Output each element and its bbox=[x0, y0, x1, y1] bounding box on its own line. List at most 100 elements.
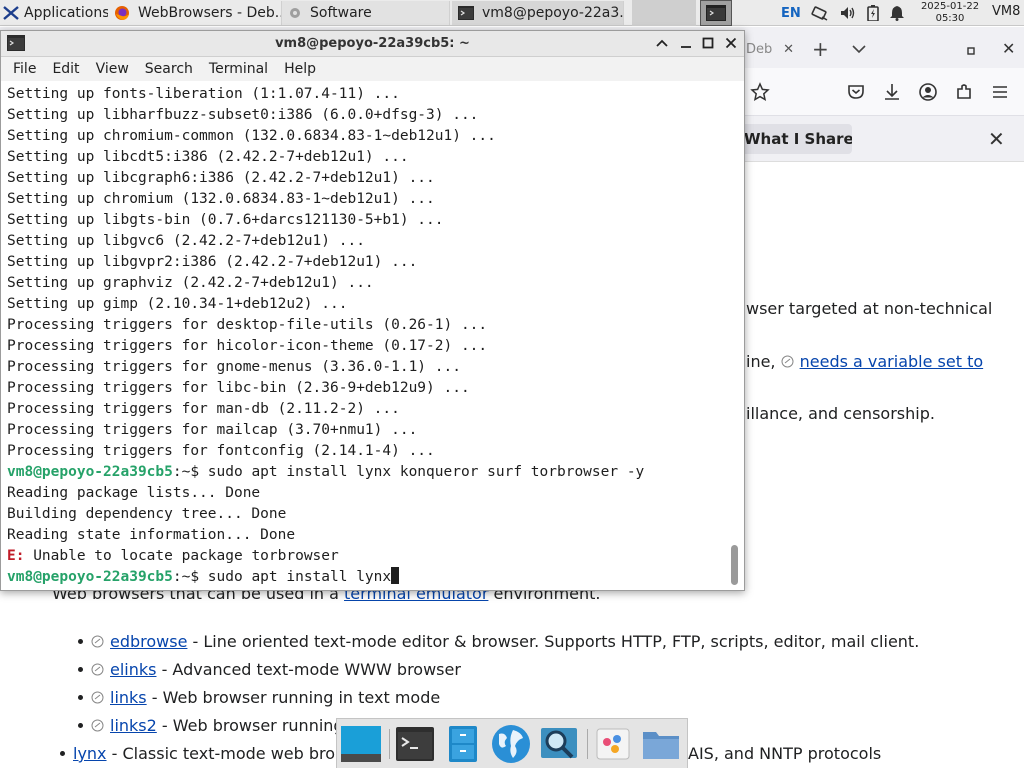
external-link-icon bbox=[91, 635, 104, 648]
taskbar-item-software[interactable]: Software bbox=[282, 1, 450, 25]
close-icon[interactable] bbox=[722, 34, 740, 52]
app-finder-launcher[interactable] bbox=[539, 724, 579, 764]
chevron-down-icon[interactable] bbox=[852, 39, 866, 58]
terminal-line: Reading package lists... Done bbox=[7, 485, 261, 501]
taskbar-item-label: WebBrowsers - Deb... bbox=[138, 5, 282, 21]
clock-date: 2025-01-22 bbox=[920, 1, 980, 12]
terminal-line: Setting up chromium-common (132.0.6834.8… bbox=[7, 128, 496, 144]
list-item: links2 - Web browser running bbox=[78, 716, 344, 735]
download-icon[interactable] bbox=[882, 82, 902, 102]
search-magnifier-icon bbox=[541, 728, 577, 759]
terminal-line: Setting up chromium (132.0.6834.83-1~deb… bbox=[7, 191, 435, 207]
workspace-switcher[interactable] bbox=[700, 0, 732, 26]
applications-label: Applications bbox=[24, 5, 108, 21]
top-panel: Applications ☰ WebBrowsers - Deb... Soft… bbox=[0, 0, 1024, 26]
menu-help[interactable]: Help bbox=[276, 61, 324, 77]
prompt-separator: :~$ bbox=[172, 464, 208, 480]
intro-text-line: ine, needs a variable set to bbox=[746, 352, 983, 371]
item-description: - Line oriented text-mode editor & brows… bbox=[187, 632, 920, 651]
bookmark-star-icon[interactable] bbox=[750, 82, 770, 102]
xfce-mouse-icon bbox=[3, 6, 19, 20]
browser-tab[interactable]: Deb ✕ bbox=[740, 33, 800, 65]
edbrowse-link[interactable]: edbrowse bbox=[110, 632, 187, 651]
close-icon[interactable]: ✕ bbox=[988, 127, 1005, 151]
terminal-line: Reading state information... Done bbox=[7, 527, 296, 543]
terminal-output[interactable]: Setting up fonts-liberation (1:1.07.4-11… bbox=[1, 81, 725, 590]
minimize-icon[interactable] bbox=[677, 34, 695, 52]
item-description: - Classic text-mode web bro bbox=[106, 744, 336, 763]
terminal-line: Setting up fonts-liberation (1:1.07.4-11… bbox=[7, 86, 400, 102]
applications-menu-button[interactable]: Applications ☰ bbox=[2, 1, 108, 25]
web-browser-launcher[interactable] bbox=[491, 724, 531, 764]
list-item: links - Web browser running in text mode bbox=[78, 688, 440, 707]
taskbar-item-label: vm8@pepoyo-22a3... bbox=[482, 5, 624, 21]
item-description: - Web browser running in text mode bbox=[146, 688, 441, 707]
image-viewer-icon bbox=[596, 728, 630, 760]
account-icon[interactable] bbox=[918, 82, 938, 102]
file-manager-launcher[interactable] bbox=[443, 724, 483, 764]
elinks-link[interactable]: elinks bbox=[110, 660, 156, 679]
terminal-line: Processing triggers for desktop-file-uti… bbox=[7, 317, 488, 333]
list-item: edbrowse - Line oriented text-mode edito… bbox=[78, 632, 919, 651]
scrollbar-thumb[interactable] bbox=[731, 545, 738, 585]
terminal-window: vm8@pepoyo-22a39cb5: ~ File Edit View Se… bbox=[0, 30, 745, 591]
window-title: vm8@pepoyo-22a39cb5: ~ bbox=[275, 36, 470, 51]
menu-terminal[interactable]: Terminal bbox=[201, 61, 276, 77]
terminal-line: Processing triggers for mailcap (3.70+nm… bbox=[7, 422, 418, 438]
terminal-line: Processing triggers for gnome-menus (3.3… bbox=[7, 359, 461, 375]
terminal-titlebar[interactable]: vm8@pepoyo-22a39cb5: ~ bbox=[1, 31, 744, 57]
clock-time: 05:30 bbox=[935, 13, 965, 24]
what-i-share-button[interactable]: What I Share bbox=[736, 124, 852, 154]
menu-file[interactable]: File bbox=[5, 61, 44, 77]
pocket-icon[interactable] bbox=[846, 82, 866, 102]
clock[interactable]: 2025-01-22 05:30 bbox=[912, 1, 988, 25]
maximize-icon[interactable] bbox=[699, 34, 717, 52]
hamburger-menu-icon[interactable] bbox=[990, 82, 1010, 102]
screen-icon bbox=[341, 726, 381, 762]
terminal-line: Processing triggers for fontconfig (2.14… bbox=[7, 443, 435, 459]
terminal-line: Processing triggers for man-db (2.11.2-2… bbox=[7, 401, 400, 417]
links-link[interactable]: links bbox=[110, 688, 147, 707]
folder-launcher[interactable] bbox=[641, 724, 681, 764]
notification-bell-icon[interactable] bbox=[889, 5, 905, 21]
bullet bbox=[78, 695, 83, 700]
menu-edit[interactable]: Edit bbox=[44, 61, 87, 77]
firefox-icon bbox=[115, 6, 129, 20]
intro-text-line: wser targeted at non-technical bbox=[746, 299, 993, 318]
volume-icon[interactable] bbox=[839, 5, 857, 21]
bullet bbox=[60, 751, 65, 756]
chevron-up-icon[interactable] bbox=[653, 34, 671, 52]
terminal-scrollbar[interactable] bbox=[727, 83, 741, 588]
terminal-launcher[interactable] bbox=[395, 724, 435, 764]
error-label: E: bbox=[7, 548, 25, 564]
new-tab-icon[interactable]: + bbox=[812, 37, 829, 61]
prompt-user: vm8@pepoyo-22a39cb5 bbox=[7, 464, 173, 480]
command-input[interactable]: sudo apt install lynx bbox=[208, 569, 391, 585]
terminal-line: Setting up graphviz (2.42.2-7+deb12u1) .… bbox=[7, 275, 374, 291]
taskbar-empty-slot bbox=[632, 0, 696, 26]
item-description-tail: AIS, and NNTP protocols bbox=[688, 744, 882, 763]
user-menu-label[interactable]: VM8 bbox=[992, 4, 1020, 19]
image-viewer-launcher[interactable] bbox=[593, 724, 633, 764]
taskbar-item-terminal[interactable]: vm8@pepoyo-22a3... bbox=[452, 1, 624, 25]
lynx-link[interactable]: lynx bbox=[73, 744, 107, 763]
keyboard-layout-indicator[interactable]: EN bbox=[781, 6, 801, 21]
text-cursor bbox=[391, 567, 400, 584]
external-link-icon bbox=[91, 663, 104, 676]
taskbar-item-browser[interactable]: WebBrowsers - Deb... bbox=[108, 1, 282, 25]
extensions-icon[interactable] bbox=[954, 82, 974, 102]
terminal-line: Setting up libcgraph6:i386 (2.42.2-7+deb… bbox=[7, 170, 435, 186]
minimize-icon[interactable] bbox=[966, 41, 976, 55]
close-tab-icon[interactable]: ✕ bbox=[783, 42, 794, 57]
battery-icon[interactable] bbox=[866, 5, 879, 21]
variable-link[interactable]: needs a variable set to bbox=[800, 352, 984, 371]
terminal-line: Processing triggers for hicolor-icon-the… bbox=[7, 338, 488, 354]
intro-text: ine, bbox=[746, 352, 781, 371]
error-text: Unable to locate package torbrowser bbox=[24, 548, 339, 564]
menu-view[interactable]: View bbox=[88, 61, 137, 77]
links2-link[interactable]: links2 bbox=[110, 716, 157, 735]
menu-search[interactable]: Search bbox=[137, 61, 201, 77]
show-desktop-button[interactable] bbox=[339, 724, 383, 764]
close-window-icon[interactable]: ✕ bbox=[1002, 39, 1015, 58]
network-icon[interactable] bbox=[811, 5, 829, 21]
